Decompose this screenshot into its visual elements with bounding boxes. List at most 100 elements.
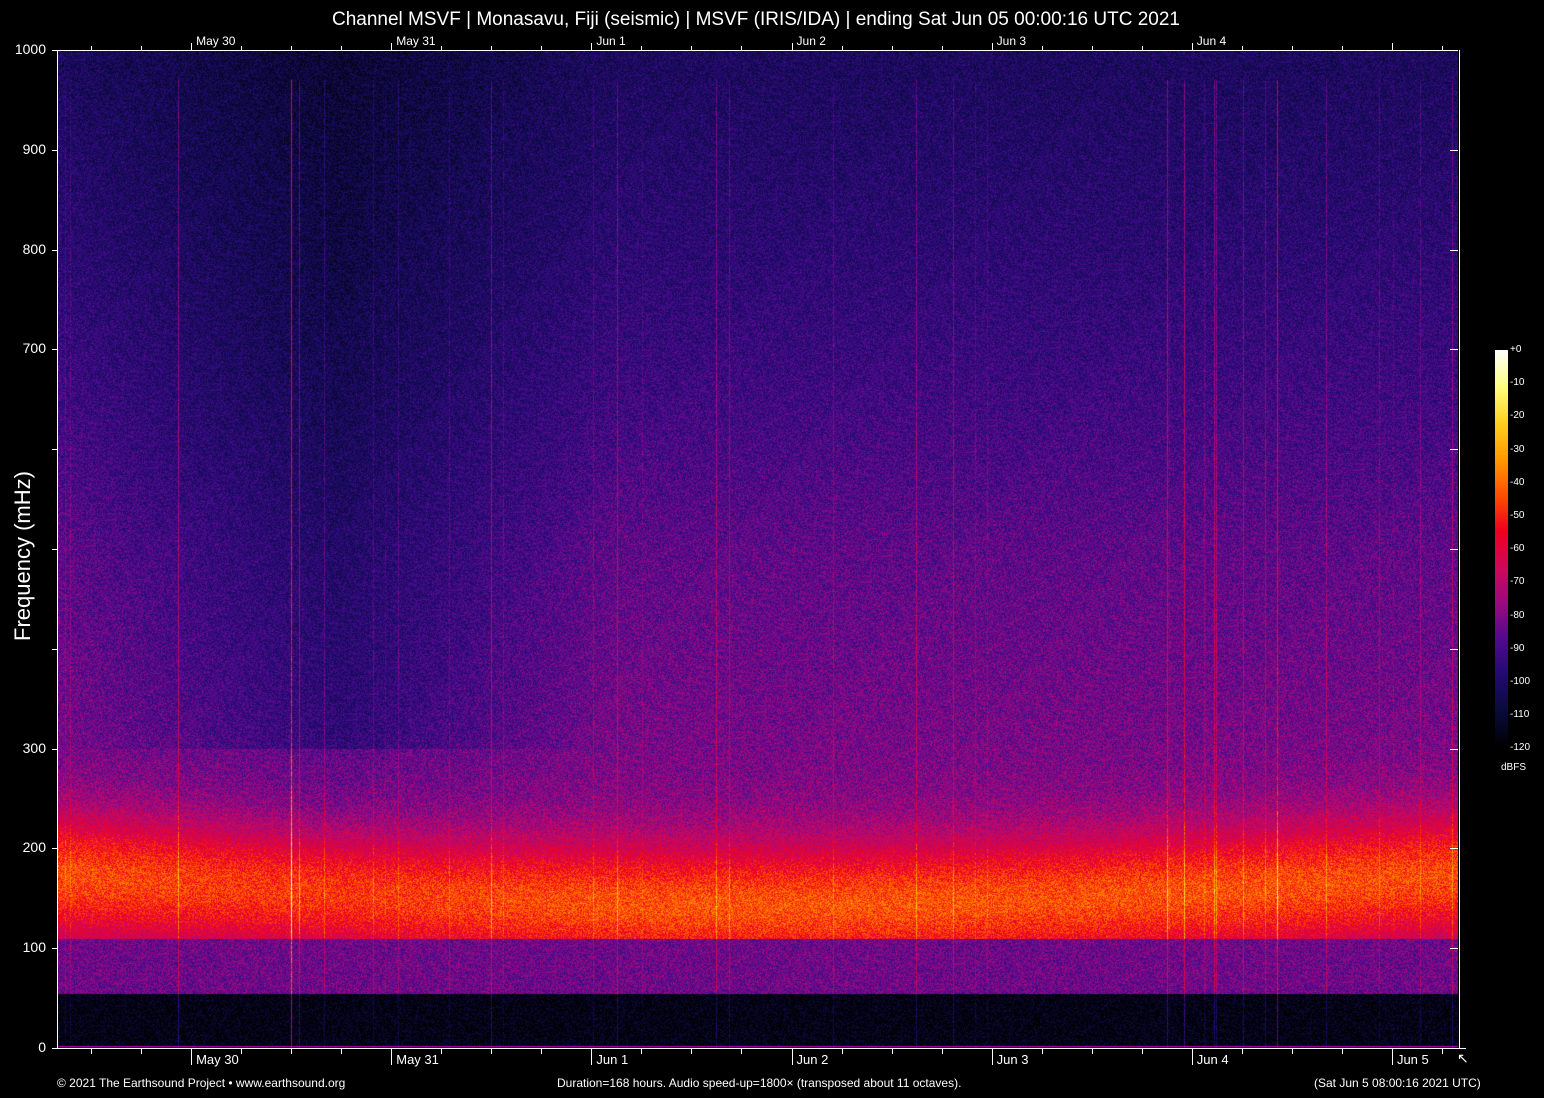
x-tick	[1141, 1048, 1143, 1054]
x-tick	[791, 1048, 793, 1065]
x-tick	[941, 1048, 943, 1054]
x-tick	[741, 1048, 743, 1054]
y-tick-right	[1450, 748, 1458, 750]
x-tick-top	[341, 46, 343, 50]
x-tick-top	[1441, 46, 1443, 50]
x-tick	[441, 1048, 443, 1054]
y-tick	[52, 948, 57, 950]
x-tick-top	[1391, 43, 1393, 50]
x-tick-top	[291, 46, 293, 50]
y-tick-label: 300	[22, 739, 46, 756]
x-tick-top	[641, 46, 643, 50]
x-tick	[1241, 1048, 1243, 1054]
y-tick-right	[1450, 549, 1458, 550]
x-tick-top	[141, 46, 143, 50]
x-tick-top	[591, 43, 593, 50]
x-tick	[1441, 1048, 1443, 1054]
x-tick	[91, 1048, 93, 1054]
colorbar-tick-label: -40	[1510, 476, 1525, 488]
y-tick	[52, 149, 57, 151]
x-tick	[241, 1048, 243, 1054]
x-tick-top	[1191, 43, 1193, 50]
x-tick	[1291, 1048, 1293, 1054]
y-tick	[52, 349, 57, 351]
colorbar-tick-label: -100	[1510, 676, 1531, 687]
colorbar-tick-label: -80	[1510, 609, 1525, 621]
y-tick	[52, 549, 57, 550]
y-tick-right	[1450, 648, 1458, 650]
plot-area	[57, 50, 1460, 1048]
colorbar-tick-label: -70	[1510, 576, 1525, 588]
y-tick	[52, 748, 57, 750]
x-tick-label: Jun 4	[1196, 1052, 1229, 1067]
x-tick	[1391, 1048, 1393, 1065]
x-tick	[391, 1048, 393, 1065]
x-tick	[141, 1048, 143, 1054]
y-tick-label: 900	[22, 140, 46, 157]
x-tick-top	[391, 43, 393, 50]
y-tick-right	[1450, 848, 1458, 850]
x-tick	[191, 1048, 193, 1065]
x-tick	[1191, 1048, 1193, 1065]
colorbar-unit: dBFS	[1501, 762, 1527, 773]
x-tick-label: Jun 3	[996, 1052, 1029, 1067]
x-tick-top	[1091, 46, 1093, 50]
bottom-axis-line	[57, 1048, 1466, 1049]
x-tick	[491, 1048, 493, 1054]
x-tick-label: Jun 2	[796, 1052, 829, 1067]
x-tick-top	[1141, 46, 1143, 50]
x-tick	[291, 1048, 293, 1054]
x-tick	[1041, 1048, 1043, 1054]
x-tick-top	[541, 46, 543, 50]
mouse-cursor-icon: ↖	[1457, 1050, 1469, 1066]
x-tick	[691, 1048, 693, 1054]
y-tick	[52, 848, 57, 850]
x-tick-label-top: Jun 1	[596, 34, 626, 48]
y-axis-label: Frequency (mHz)	[10, 471, 35, 641]
y-tick-right	[1450, 349, 1458, 351]
x-tick-label: May 30	[196, 1052, 239, 1067]
y-tick-right	[1450, 449, 1458, 451]
timestamp-text: (Sat Jun 5 08:00:16 2021 UTC)	[1314, 1076, 1481, 1090]
colorbar-tick-label: -120	[1510, 742, 1531, 754]
colorbar-tick-label: -50	[1510, 510, 1525, 521]
x-tick-label: Jun 1	[596, 1052, 629, 1067]
copyright-text: © 2021 The Earthsound Project • www.eart…	[57, 1076, 346, 1090]
x-tick-top	[891, 46, 893, 50]
x-tick-label-top: Jun 4	[1196, 34, 1227, 48]
x-tick	[591, 1048, 593, 1065]
x-tick-label-top: May 31	[396, 34, 436, 48]
x-tick-top	[941, 46, 943, 50]
colorbar-tick-label: -60	[1510, 543, 1525, 555]
colorbar-tick-label: -30	[1510, 443, 1525, 455]
y-tick-label: 800	[22, 240, 46, 257]
x-tick	[891, 1048, 893, 1054]
x-tick-label-top: Jun 2	[796, 34, 826, 48]
x-tick-label: Jun 5	[1396, 1052, 1429, 1067]
x-tick	[1091, 1048, 1093, 1054]
y-tick-label: 200	[22, 839, 46, 856]
x-tick-top	[241, 46, 243, 50]
x-tick-top	[991, 43, 993, 50]
x-tick-top	[491, 46, 493, 50]
x-tick	[641, 1048, 643, 1054]
x-tick	[991, 1048, 993, 1065]
colorbar-tick-label: -20	[1510, 410, 1525, 422]
x-tick-label: May 31	[396, 1052, 439, 1067]
x-tick-top	[441, 46, 443, 50]
x-tick	[1341, 1048, 1343, 1054]
x-tick-top	[191, 43, 193, 50]
colorbar-tick-label: -110	[1510, 709, 1530, 721]
y-tick	[52, 648, 57, 650]
x-tick-top	[1291, 46, 1293, 50]
y-tick-label: 700	[22, 340, 46, 357]
y-tick-right	[1450, 948, 1458, 950]
x-tick-top	[791, 43, 793, 50]
x-tick	[841, 1048, 843, 1054]
duration-info: Duration=168 hours. Audio speed-up=1800×…	[557, 1076, 962, 1090]
colorbar-tick-label: +0	[1510, 344, 1522, 355]
colorbar	[1495, 350, 1508, 748]
x-tick-top	[91, 46, 93, 50]
x-tick-top	[741, 46, 743, 50]
top-axis-line	[57, 50, 1458, 51]
